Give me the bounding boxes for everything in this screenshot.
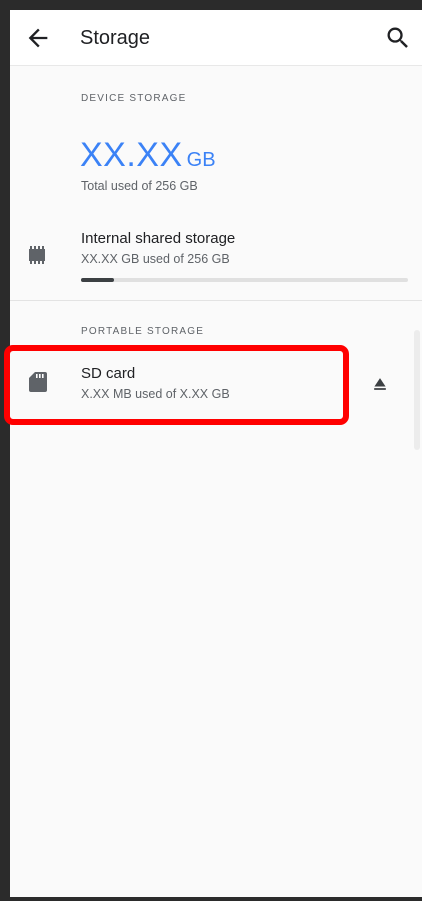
search-icon [387,27,408,48]
memory-chip-icon [26,246,48,269]
internal-storage-progress [81,278,408,282]
internal-storage-subtitle: XX.XX GB used of 256 GB [81,252,230,266]
highlight-box [4,345,349,425]
storage-used-unit: GB [186,149,216,171]
app-bar: Storage [10,10,422,66]
eject-button[interactable] [370,374,390,394]
device-storage-header: DEVICE STORAGE [81,93,187,104]
arrow-back-icon [28,28,48,48]
storage-total-text: Total used of 256 GB [81,179,198,193]
portable-storage-header: PORTABLE STORAGE [81,326,205,337]
page-title: Storage [80,27,151,49]
back-button[interactable] [24,24,52,52]
section-divider [10,300,422,301]
storage-used-value: XX.XX [80,136,183,174]
storage-used-summary: XX.XX GB [80,136,216,175]
internal-storage-progress-fill [81,278,114,282]
eject-icon [374,378,386,390]
scrollbar[interactable] [414,330,420,450]
search-button[interactable] [384,24,412,52]
internal-storage-title: Internal shared storage [81,230,236,247]
